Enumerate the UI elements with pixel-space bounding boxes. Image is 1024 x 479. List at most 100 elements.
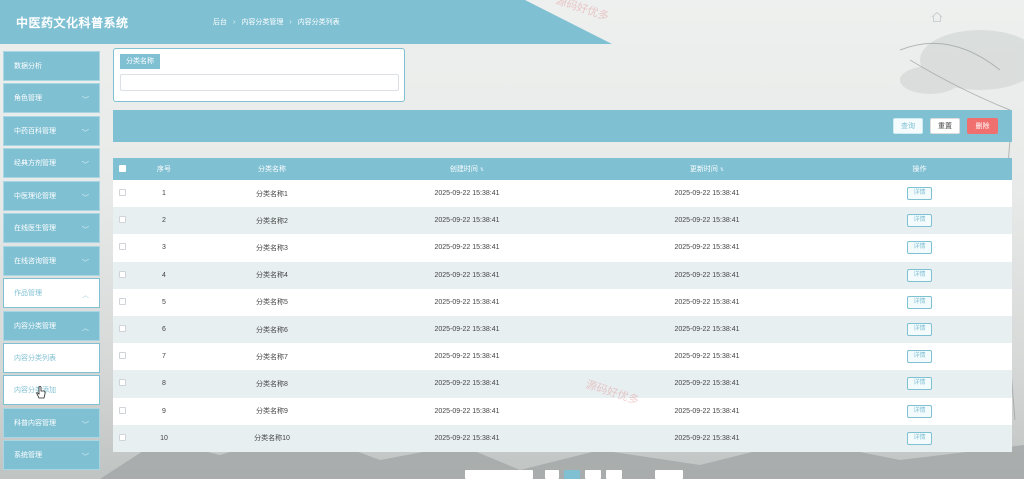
- sidebar-item-label: 内容分类列表: [14, 355, 56, 362]
- detail-button[interactable]: 详情: [907, 214, 932, 228]
- sidebar-item[interactable]: 中医理论管理 ﹀: [3, 181, 100, 211]
- sidebar-item[interactable]: 角色管理 ﹀: [3, 83, 100, 113]
- row-select-cell[interactable]: [113, 289, 131, 316]
- table-row[interactable]: 2 分类名称2 2025-09-22 15:38:41 2025-09-22 15:3…: [113, 207, 1012, 235]
- row-select-cell[interactable]: [113, 398, 131, 425]
- row-select-cell[interactable]: [113, 180, 131, 207]
- breadcrumb-home[interactable]: 后台: [213, 17, 227, 27]
- row-checkbox[interactable]: [118, 325, 126, 333]
- row-select-cell[interactable]: [113, 425, 131, 452]
- row-checkbox[interactable]: [118, 406, 126, 414]
- row-select-cell[interactable]: [113, 262, 131, 289]
- table-row[interactable]: 8 分类名称8 2025-09-22 15:38:41 2025-09-22 15:3…: [113, 370, 1012, 398]
- detail-button[interactable]: 详情: [907, 377, 932, 391]
- row-number: 4: [162, 271, 166, 279]
- row-checkbox[interactable]: [118, 352, 126, 360]
- pagination-next[interactable]: [606, 470, 622, 479]
- hand-pointer-icon: [36, 386, 46, 399]
- chevron-icon: ﹀: [82, 97, 89, 104]
- reset-button[interactable]: 重置: [930, 118, 960, 134]
- pagination-prev[interactable]: [545, 470, 559, 479]
- row-action-cell: 详情: [827, 425, 1012, 452]
- pagination-page[interactable]: [585, 470, 601, 479]
- search-input[interactable]: [120, 74, 399, 91]
- sidebar-item[interactable]: 经典方剂管理 ﹀: [3, 148, 100, 178]
- select-all-cell[interactable]: [113, 158, 131, 180]
- sidebar-item[interactable]: 数据分析: [3, 51, 100, 81]
- home-icon[interactable]: [931, 11, 943, 23]
- detail-button[interactable]: 详情: [907, 404, 932, 418]
- detail-button[interactable]: 详情: [907, 431, 932, 445]
- delete-button[interactable]: 删除: [967, 118, 998, 134]
- row-category-name: 分类名称1: [256, 190, 288, 198]
- row-created-time: 2025-09-22 15:38:41: [434, 407, 500, 415]
- row-checkbox[interactable]: [118, 216, 126, 224]
- row-checkbox[interactable]: [118, 297, 126, 305]
- row-select-cell[interactable]: [113, 207, 131, 234]
- sidebar-item[interactable]: 内容分类管理 ︿: [3, 311, 100, 341]
- sidebar-item-label: 中药百科管理: [14, 128, 56, 135]
- sidebar-item[interactable]: 内容分类添加: [3, 375, 100, 405]
- column-header-updated[interactable]: 更新时间 ⇅: [587, 158, 827, 180]
- row-checkbox[interactable]: [118, 270, 126, 278]
- select-all-checkbox[interactable]: [118, 164, 126, 172]
- detail-button[interactable]: 详情: [907, 268, 932, 282]
- search-panel: 分类名称: [113, 48, 405, 102]
- sort-icon[interactable]: ⇅: [480, 167, 484, 173]
- sidebar-item[interactable]: 在线咨询管理 ﹀: [3, 246, 100, 276]
- row-select-cell[interactable]: [113, 370, 131, 397]
- row-created-time: 2025-09-22 15:38:41: [434, 298, 500, 306]
- row-select-cell[interactable]: [113, 316, 131, 343]
- row-category-name: 分类名称9: [256, 408, 288, 416]
- chevron-icon: ﹀: [82, 260, 89, 267]
- table-row[interactable]: 9 分类名称9 2025-09-22 15:38:41 2025-09-22 15:3…: [113, 397, 1012, 425]
- sidebar-item[interactable]: 作品管理 ︿: [3, 278, 100, 308]
- search-label: 分类名称: [120, 54, 160, 69]
- table-row[interactable]: 10 分类名称10 2025-09-22 15:38:41 2025-09-22 15…: [113, 424, 1012, 452]
- column-header-created[interactable]: 创建时间 ⇅: [347, 158, 587, 180]
- row-action-cell: 详情: [827, 370, 1012, 397]
- chevron-icon: ﹀: [82, 162, 89, 169]
- app-title: 中医药文化科普系统: [16, 16, 129, 30]
- table-row[interactable]: 6 分类名称6 2025-09-22 15:38:41 2025-09-22 15:3…: [113, 315, 1012, 344]
- row-select-cell[interactable]: [113, 234, 131, 261]
- row-updated-time: 2025-09-22 15:38:41: [674, 244, 740, 252]
- sidebar-item[interactable]: 中药百科管理 ﹀: [3, 116, 100, 146]
- row-category-name: 分类名称4: [256, 272, 288, 280]
- detail-button[interactable]: 详情: [907, 187, 932, 201]
- row-updated-time: 2025-09-22 15:38:41: [674, 217, 740, 225]
- row-action-cell: 详情: [827, 180, 1012, 207]
- column-header-updated-label: 更新时间: [689, 166, 718, 173]
- row-checkbox[interactable]: [118, 189, 126, 197]
- row-checkbox[interactable]: [118, 433, 126, 441]
- action-bar: 查询 重置 删除: [113, 110, 1012, 142]
- sidebar-item-label: 数据分析: [14, 63, 42, 70]
- sort-icon[interactable]: ⇅: [720, 167, 724, 173]
- sidebar-item[interactable]: 在线医生管理 ﹀: [3, 213, 100, 243]
- chevron-icon: ﹀: [82, 454, 89, 461]
- top-header: 中医药文化科普系统 后台 › 内容分类管理 › 内容分类列表: [0, 0, 1024, 44]
- detail-button[interactable]: 详情: [907, 323, 932, 337]
- table-row[interactable]: 5 分类名称5 2025-09-22 15:38:41 2025-09-22 15:3…: [113, 288, 1012, 316]
- row-select-cell[interactable]: [113, 343, 131, 370]
- row-checkbox[interactable]: [118, 379, 126, 387]
- detail-button[interactable]: 详情: [907, 295, 932, 309]
- detail-button[interactable]: 详情: [907, 350, 932, 364]
- pagination-page-current[interactable]: [564, 470, 580, 479]
- sidebar-item[interactable]: 系统管理 ﹀: [3, 440, 100, 470]
- detail-button[interactable]: 详情: [907, 241, 932, 255]
- table-row[interactable]: 4 分类名称4 2025-09-22 15:38:41 2025-09-22 15:3…: [113, 261, 1012, 289]
- query-button[interactable]: 查询: [893, 118, 923, 134]
- table-row[interactable]: 3 分类名称3 2025-09-22 15:38:41 2025-09-22 15:3…: [113, 234, 1012, 262]
- breadcrumb-category-management[interactable]: 内容分类管理: [241, 17, 283, 27]
- table-row[interactable]: 1 分类名称1 2025-09-22 15:38:41 2025-09-22 15:3…: [113, 180, 1012, 208]
- table-row[interactable]: 7 分类名称7 2025-09-22 15:38:41 2025-09-22 15:3…: [113, 343, 1012, 371]
- row-updated-time: 2025-09-22 15:38:41: [674, 353, 740, 361]
- row-action-cell: 详情: [827, 234, 1012, 261]
- pagination-jump[interactable]: [655, 470, 683, 479]
- row-updated-time: 2025-09-22 15:38:41: [674, 434, 740, 442]
- row-category-name: 分类名称2: [256, 217, 288, 225]
- sidebar-item[interactable]: 内容分类列表: [3, 343, 100, 373]
- row-checkbox[interactable]: [118, 243, 126, 251]
- sidebar-item[interactable]: 科普内容管理 ﹀: [3, 408, 100, 438]
